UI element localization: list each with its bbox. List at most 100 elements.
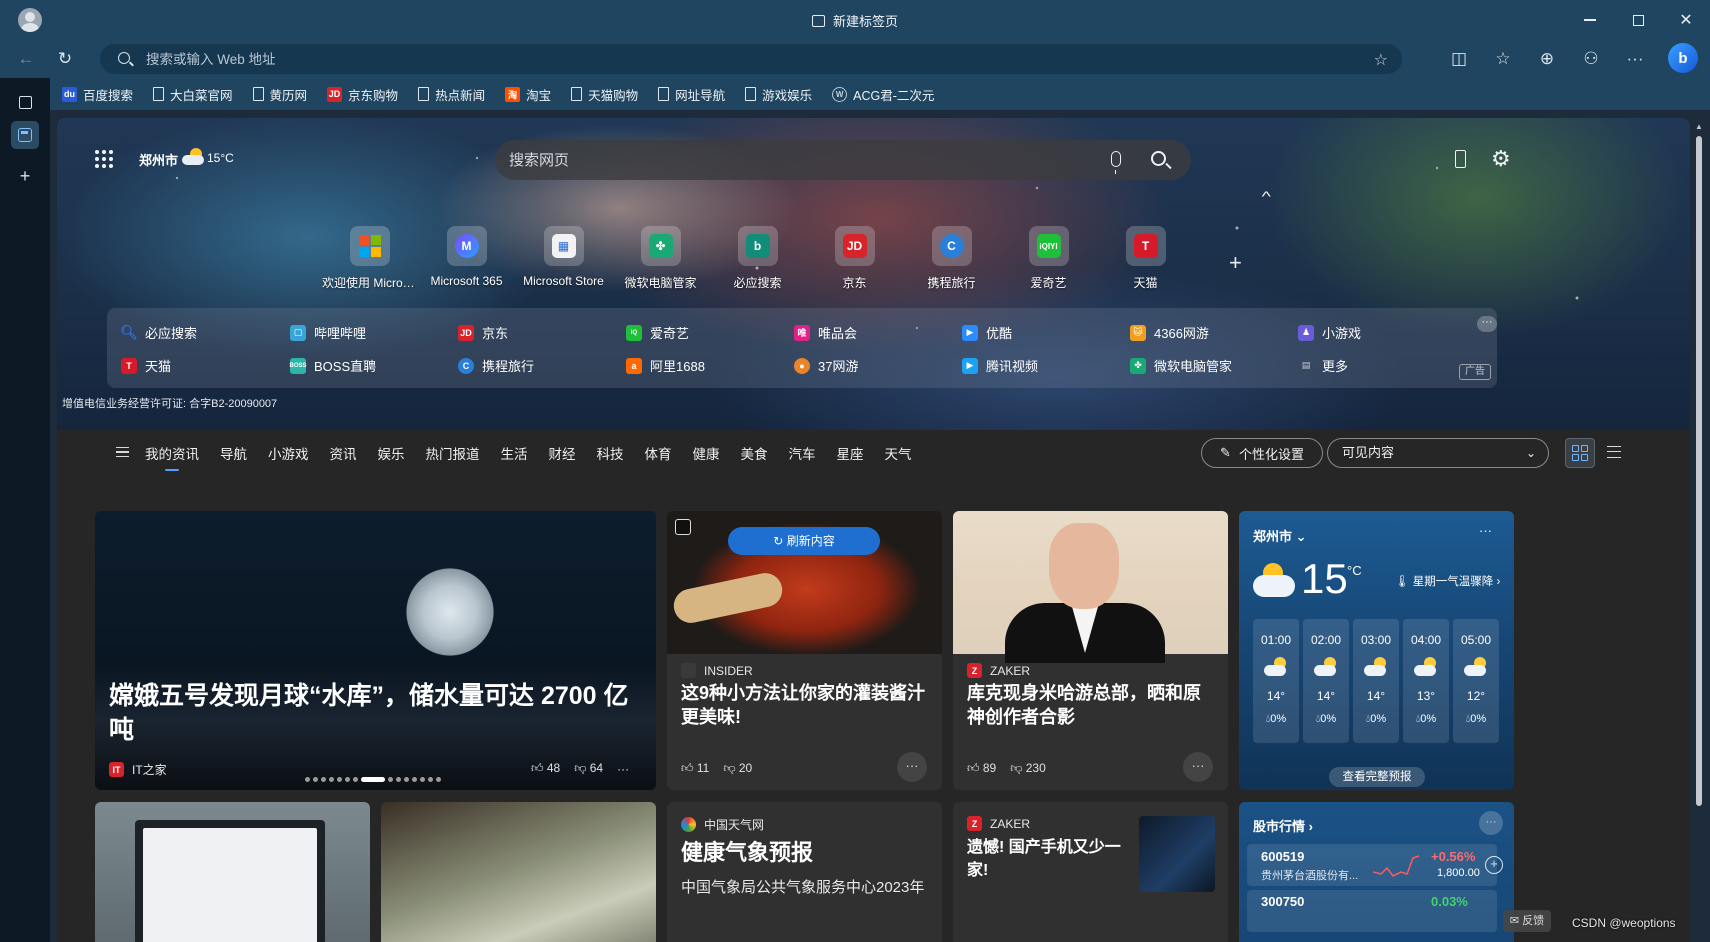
tab-horoscope[interactable]: 星座 (837, 443, 864, 463)
bookmark-item[interactable]: JD 京东购物 (327, 85, 398, 104)
hourly-item[interactable]: 05:00 12° 💧︎0% (1453, 619, 1499, 743)
carousel-indicator[interactable] (305, 777, 441, 782)
stock-row[interactable]: 600519 贵州茅台酒股份有... +0.56% 1,800.00 (1247, 844, 1497, 886)
scrollbar-thumb[interactable] (1696, 136, 1702, 806)
add-site-plus-icon[interactable]: + (1229, 250, 1242, 276)
maximize-button[interactable] (1614, 0, 1662, 40)
tab-autos[interactable]: 汽车 (789, 443, 816, 463)
page-scrollbar[interactable]: ▲ (1690, 118, 1710, 942)
add-favorite-icon[interactable]: ☆ (1374, 50, 1388, 70)
stock-title[interactable]: 股市行情 › (1253, 816, 1313, 835)
hourly-item[interactable]: 03:00 14° 💧︎0% (1353, 619, 1399, 743)
stock-row[interactable]: 300750 0.03% (1247, 890, 1497, 932)
tab-entertainment[interactable]: 娱乐 (378, 443, 405, 463)
like-button[interactable]: 👍︎ 89 (967, 761, 996, 776)
favorites-button[interactable]: ☆ (1491, 47, 1515, 71)
tab-lifestyle[interactable]: 生活 (501, 443, 528, 463)
quick-link[interactable]: iQ 爱奇艺 (626, 323, 689, 342)
top-site-tile[interactable]: iQIYI 爱奇艺 (1000, 226, 1097, 291)
weather-card[interactable]: 郑州市 ⌄ ··· 15 °C 🌡︎ 星期一气温骤降 › 01:00 14° 💧︎0… (1239, 511, 1514, 790)
dislike-button[interactable]: 👎︎ 230 (1010, 761, 1046, 776)
top-site-tile[interactable]: JD 京东 (806, 226, 903, 291)
quick-link[interactable]: T 天猫 (121, 356, 171, 375)
bookmark-item[interactable]: 热点新闻 (418, 85, 485, 104)
chevron-up-icon[interactable]: ^ (1262, 188, 1271, 204)
quick-link[interactable]: a 阿里1688 (626, 356, 705, 375)
dislike-button[interactable]: 👎︎ 64 (574, 761, 603, 776)
bookmark-item[interactable]: 网址导航 (658, 85, 725, 104)
list-layout-button[interactable] (1607, 446, 1621, 458)
dislike-button[interactable]: 👎︎ 20 (723, 761, 752, 776)
tab-food[interactable]: 美食 (741, 443, 768, 463)
bookmark-item[interactable]: 天猫购物 (571, 85, 638, 104)
quick-link[interactable]: ▤ 更多 (1298, 356, 1348, 375)
quick-link[interactable]: ▶ 优酷 (962, 323, 1012, 342)
tab-new-tab[interactable] (11, 121, 39, 149)
tab-mini-games[interactable]: 小游戏 (268, 443, 309, 463)
tab-technology[interactable]: 科技 (597, 443, 624, 463)
more-options-button[interactable]: ··· (617, 762, 629, 776)
personalize-button[interactable]: ✎ 个性化设置 (1201, 438, 1323, 468)
more-options-button[interactable]: ··· (1479, 811, 1503, 835)
top-site-tile[interactable]: ▦ Microsoft Store (515, 226, 612, 291)
new-tab-button[interactable]: + (11, 162, 39, 190)
like-button[interactable]: 👍︎ 11 (681, 761, 709, 776)
web-search-input[interactable] (509, 140, 1069, 180)
article-title[interactable]: 库克现身米哈游总部，晒和原神创作者合影 (967, 681, 1217, 729)
article-card[interactable]: Z ZAKER 库克现身米哈游总部，晒和原神创作者合影 👍︎ 89 👎︎ 230 … (953, 511, 1228, 790)
tab-sports[interactable]: 体育 (645, 443, 672, 463)
bookmark-item[interactable]: 大白菜官网 (153, 85, 233, 104)
weather-alert[interactable]: 🌡︎ 星期一气温骤降 › (1395, 573, 1500, 589)
weather-temp[interactable]: 15°C (207, 151, 234, 165)
full-forecast-button[interactable]: 查看完整预报 (1329, 767, 1425, 787)
grid-layout-button[interactable] (1565, 438, 1595, 468)
quick-link[interactable]: C 携程旅行 (458, 356, 534, 375)
bookmark-item[interactable]: W ACG君-二次元 (832, 85, 934, 104)
weather-city[interactable]: 郑州市 ⌄ (1253, 526, 1307, 545)
quick-links-more-button[interactable]: ··· (1477, 316, 1497, 332)
quick-link[interactable]: ● 37网游 (794, 356, 858, 375)
like-button[interactable]: 👍︎ 48 (531, 761, 560, 776)
address-input[interactable] (146, 44, 1326, 74)
quick-link[interactable]: JD 京东 (458, 323, 508, 342)
app-launcher-icon[interactable] (95, 150, 113, 168)
quick-link[interactable]: ♟ 小游戏 (1298, 323, 1361, 342)
search-icon[interactable] (1151, 151, 1166, 166)
quick-link[interactable]: 唯唯品会 (794, 323, 857, 342)
weather-city[interactable]: 郑州市 (139, 150, 178, 169)
hourly-item[interactable]: 01:00 14° 💧︎0% (1253, 619, 1299, 743)
hamburger-menu-icon[interactable] (116, 447, 129, 457)
quick-link[interactable]: ▢ 哔哩哔哩 (290, 323, 366, 342)
more-options-button[interactable]: ··· (1479, 523, 1492, 538)
more-options-button[interactable]: ··· (1183, 752, 1213, 782)
hourly-item[interactable]: 04:00 13° 💧︎0% (1403, 619, 1449, 743)
tab-actions-button[interactable] (11, 88, 39, 116)
tab-weather[interactable]: 天气 (885, 443, 912, 463)
hourly-item[interactable]: 02:00 14° 💧︎0% (1303, 619, 1349, 743)
bookmark-item[interactable]: 淘淘宝 (505, 85, 551, 104)
tab-finance[interactable]: 财经 (549, 443, 576, 463)
article-title[interactable]: 遗憾! 国产手机又少一家! (967, 836, 1127, 882)
stock-market-card[interactable]: 股市行情 › ··· 600519 贵州茅台酒股份有... +0.56% 1,8… (1239, 802, 1514, 942)
more-options-button[interactable]: ··· (897, 752, 927, 782)
gear-icon[interactable]: ⚙ (1491, 146, 1511, 172)
article-card[interactable] (381, 802, 656, 942)
back-button[interactable]: ← (14, 47, 38, 71)
tab-navigation[interactable]: 导航 (220, 443, 247, 463)
feedback-button[interactable]: ✉ 反馈 (1503, 910, 1551, 932)
article-card[interactable]: ↻ 刷新内容 INSIDER 这9种小方法让你家的灌装酱汁更美味! 👍︎ 11 … (667, 511, 942, 790)
top-site-tile[interactable]: b 必应搜索 (709, 226, 806, 291)
quick-link[interactable]: 🔍︎ 必应搜索 (120, 323, 197, 342)
hero-story-card[interactable]: 嫦娥五号发现月球“水库”，储水量可达 2700 亿吨 IT IT之家 👍︎ 48 … (95, 511, 656, 790)
close-button[interactable]: ✕ (1662, 0, 1710, 40)
bookmark-item[interactable]: du 百度搜索 (62, 85, 133, 104)
top-site-tile[interactable]: M Microsoft 365 (418, 226, 515, 291)
collections-button[interactable]: ⊕ (1535, 47, 1559, 71)
hero-headline[interactable]: 嫦娥五号发现月球“水库”，储水量可达 2700 亿吨 (109, 679, 649, 747)
extensions-button[interactable]: ⚇ (1579, 47, 1603, 71)
quick-link[interactable]: 🐱︎ 4366网游 (1130, 323, 1209, 342)
top-site-tile[interactable]: 欢迎使用 Microsoft Edge (321, 226, 418, 291)
article-title[interactable]: 健康气象预报 (681, 838, 813, 868)
top-site-tile[interactable]: T 天猫 (1097, 226, 1194, 291)
mobile-phone-icon[interactable] (1455, 150, 1466, 168)
